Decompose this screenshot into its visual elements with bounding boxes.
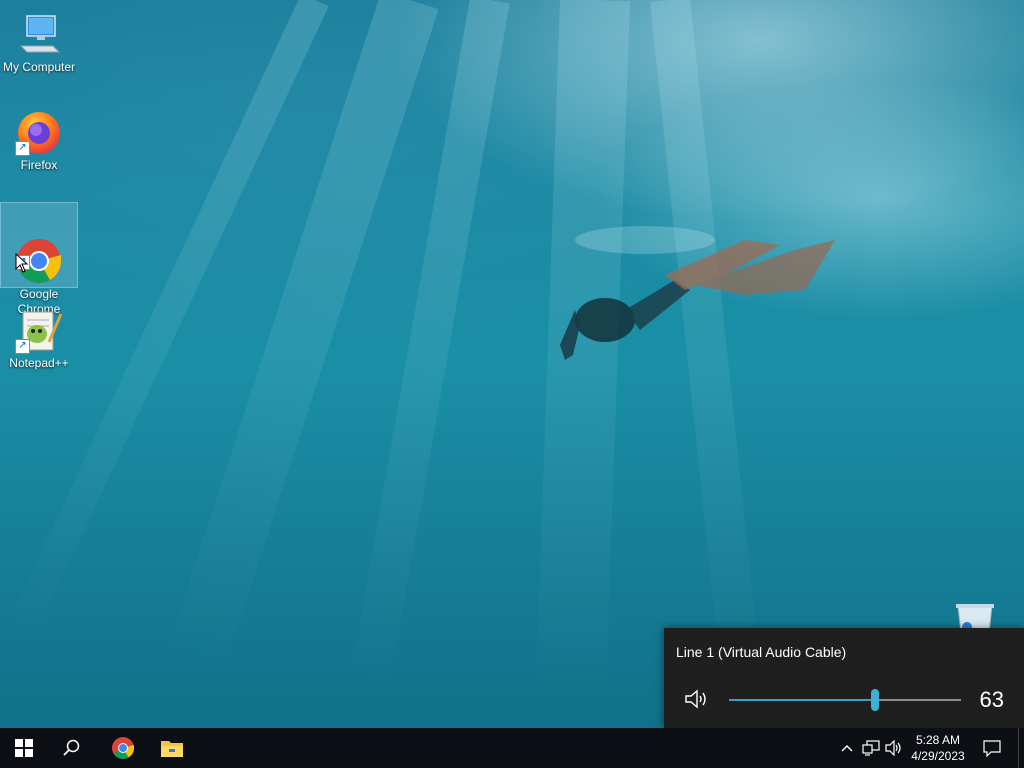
taskbar-clock[interactable]: 5:28 AM 4/29/2023 — [908, 732, 968, 764]
volume-slider[interactable] — [729, 689, 961, 711]
clock-date: 4/29/2023 — [911, 749, 965, 763]
folder-icon — [161, 741, 183, 757]
desktop-icon-label: My Computer — [2, 60, 76, 74]
search-button[interactable] — [48, 728, 96, 768]
desktop-icon-notepadpp[interactable]: ↗ Notepad++ — [1, 302, 77, 371]
notification-icon — [983, 740, 1001, 757]
volume-slider-thumb[interactable] — [871, 689, 880, 711]
volume-flyout: Line 1 (Virtual Audio Cable) 63 — [664, 628, 1024, 728]
volume-value: 63 — [979, 687, 1004, 712]
desktop-icon-google-chrome[interactable]: ↗ Google Chrome — [0, 202, 78, 316]
taskbar-file-explorer-button[interactable] — [148, 728, 196, 768]
network-icon — [862, 740, 880, 756]
clock-time: 5:28 AM — [915, 733, 961, 747]
search-icon — [63, 739, 80, 756]
speaker-icon[interactable] — [684, 688, 710, 710]
desktop-icon-my-computer[interactable]: My Computer — [1, 6, 77, 75]
show-desktop-button[interactable] — [1018, 728, 1024, 768]
desktop-icon-firefox[interactable]: ↗ Firefox — [1, 104, 77, 173]
notepadpp-icon: ↗ — [15, 306, 63, 354]
start-button[interactable] — [0, 728, 48, 768]
chevron-up-icon — [841, 745, 853, 752]
windows-start-icon — [15, 739, 33, 757]
taskbar-chrome-button[interactable] — [99, 728, 147, 768]
network-tray-button[interactable] — [861, 738, 881, 758]
mouse-cursor-icon — [15, 253, 29, 273]
show-hidden-icons-button[interactable] — [837, 738, 857, 758]
taskbar: 5:28 AM 4/29/2023 — [0, 728, 1024, 768]
computer-icon — [15, 10, 63, 58]
volume-icon — [885, 740, 901, 756]
shortcut-arrow-icon: ↗ — [15, 141, 30, 156]
wallpaper-swimmer — [560, 226, 835, 360]
volume-slider-fill — [729, 699, 876, 701]
volume-tray-button[interactable] — [884, 738, 904, 758]
desktop-icon-label: Notepad++ — [9, 356, 69, 370]
desktop-icon-label: Firefox — [20, 158, 58, 172]
firefox-icon: ↗ — [15, 108, 63, 156]
chrome-icon — [112, 737, 134, 759]
action-center-button[interactable] — [976, 728, 1008, 768]
shortcut-arrow-icon: ↗ — [15, 339, 30, 354]
audio-device-name[interactable]: Line 1 (Virtual Audio Cable) — [676, 644, 846, 660]
desktop: My Computer ↗ Firefox Google Chrome ↗ No… — [0, 0, 1024, 728]
